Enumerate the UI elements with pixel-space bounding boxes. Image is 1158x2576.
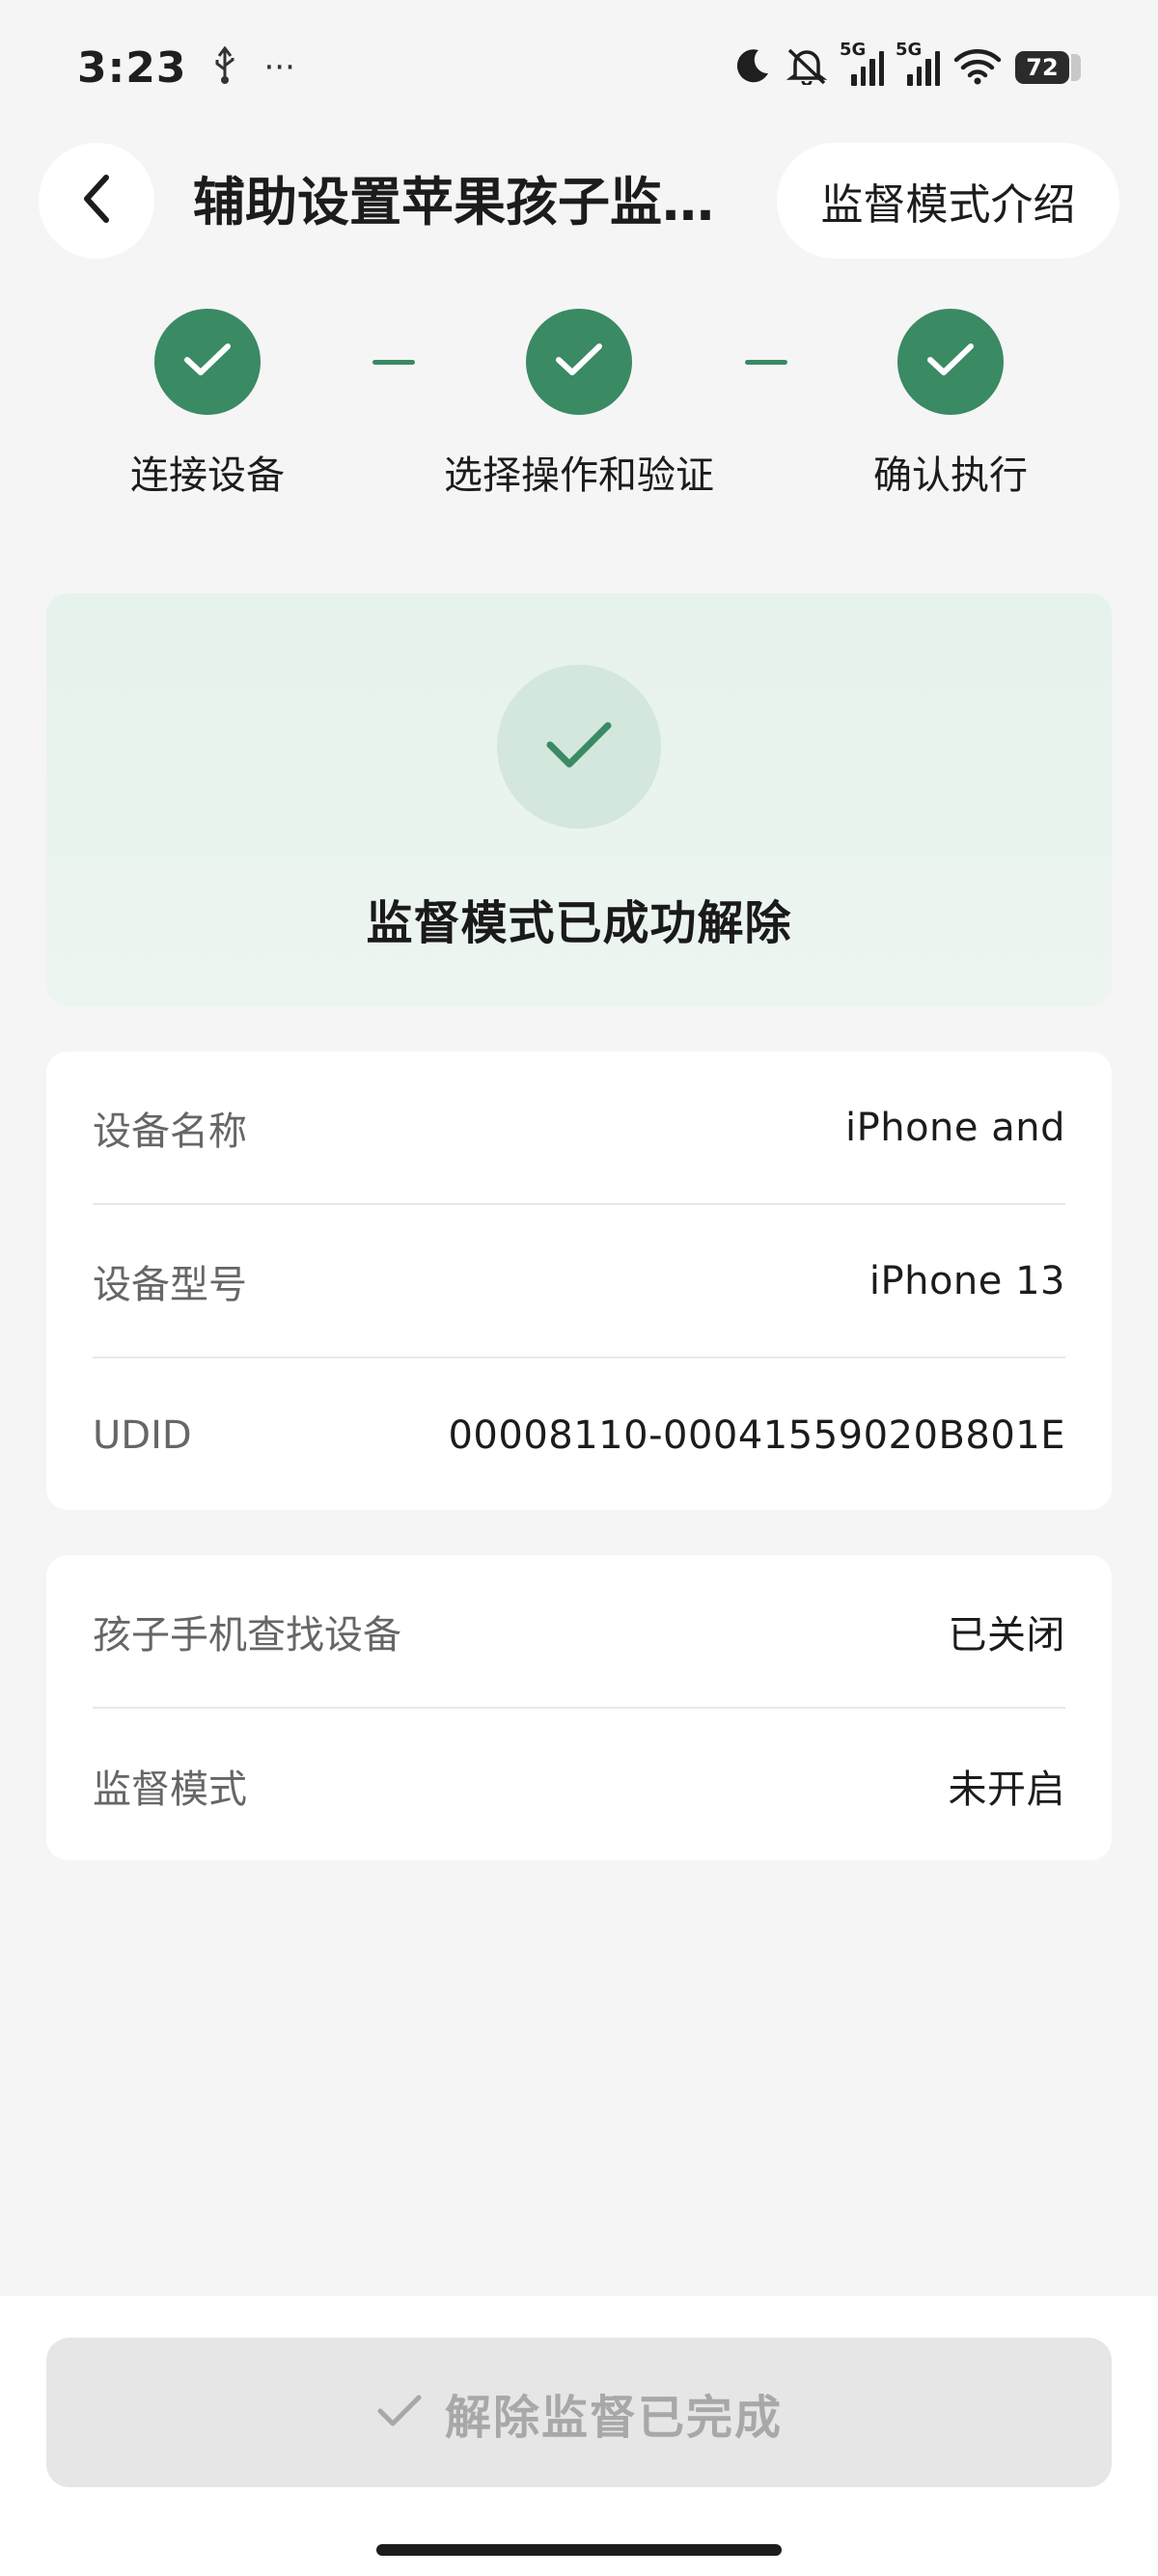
moon-icon	[733, 46, 772, 89]
step-connector	[372, 360, 415, 365]
success-indicator	[497, 665, 661, 829]
device-model-row: 设备型号 iPhone 13	[93, 1205, 1065, 1358]
status-info-card: 孩子手机查找设备 已关闭 监督模式 未开启	[46, 1555, 1112, 1860]
step-complete-indicator	[897, 309, 1004, 415]
device-info-card: 设备名称 iPhone and 设备型号 iPhone 13 UDID 0000…	[46, 1052, 1112, 1510]
check-icon	[181, 341, 234, 383]
step-connect-device: 连接设备	[43, 309, 372, 502]
step-complete-indicator	[154, 309, 261, 415]
battery-level: 72	[1015, 51, 1069, 84]
check-icon	[553, 341, 605, 383]
home-indicator[interactable]	[376, 2544, 782, 2556]
more-indicator: ···	[263, 48, 295, 87]
network-label: 5G	[840, 40, 867, 60]
status-time: 3:23	[77, 42, 187, 93]
find-device-value: 已关闭	[948, 1612, 1065, 1658]
success-card: 监督模式已成功解除	[46, 593, 1112, 1006]
device-model-label: 设备型号	[93, 1262, 247, 1307]
device-name-row: 设备名称 iPhone and	[93, 1052, 1065, 1205]
status-bar: 3:23 ··· 5G 5G 72	[0, 0, 1158, 135]
signal-icon: 5G	[840, 40, 884, 86]
network-label: 5G	[896, 40, 923, 60]
back-button[interactable]	[39, 143, 154, 259]
chevron-left-icon	[77, 172, 116, 230]
check-icon	[544, 718, 614, 776]
supervision-mode-row: 监督模式 未开启	[93, 1709, 1065, 1862]
battery-icon: 72	[1015, 50, 1081, 85]
wifi-icon	[953, 46, 1002, 89]
supervision-mode-label: 监督模式	[93, 1767, 247, 1812]
page-title: 辅助设置苹果孩子监督模式	[193, 172, 753, 233]
find-device-label: 孩子手机查找设备	[93, 1612, 401, 1658]
signal-icon: 5G	[896, 40, 940, 86]
step-label: 连接设备	[130, 453, 285, 498]
success-message: 监督模式已成功解除	[366, 896, 792, 950]
step-label: 选择操作和验证	[444, 453, 714, 498]
status-left: 3:23 ···	[77, 43, 295, 93]
udid-row: UDID 00008110-00041559020B801E	[93, 1358, 1065, 1512]
step-confirm-execute: 确认执行	[786, 309, 1115, 502]
page: 3:23 ··· 5G 5G 72 辅助设置苹果孩子监督 监督模式介绍 连接设备…	[0, 0, 1158, 2576]
usb-icon	[211, 45, 238, 89]
step-connector	[745, 360, 787, 365]
find-device-row: 孩子手机查找设备 已关闭	[93, 1555, 1065, 1709]
step-label: 确认执行	[873, 453, 1028, 498]
done-button-label: 解除监督已完成	[444, 2390, 783, 2445]
udid-label: UDID	[93, 1412, 192, 1458]
step-select-and-verify: 选择操作和验证	[415, 309, 743, 502]
supervision-intro-button[interactable]: 监督模式介绍	[777, 143, 1119, 259]
mute-bell-icon	[786, 46, 828, 89]
device-model-value: iPhone 13	[868, 1258, 1065, 1303]
device-name-label: 设备名称	[93, 1109, 247, 1154]
status-right: 5G 5G 72	[733, 40, 1081, 89]
udid-value: 00008110-00041559020B801E	[448, 1412, 1065, 1458]
check-icon	[375, 2392, 424, 2434]
step-complete-indicator	[526, 309, 632, 415]
unsupervise-done-button[interactable]: 解除监督已完成	[46, 2338, 1112, 2487]
supervision-mode-value: 未开启	[948, 1767, 1065, 1812]
check-icon	[924, 341, 977, 383]
device-name-value: iPhone and	[845, 1105, 1065, 1150]
